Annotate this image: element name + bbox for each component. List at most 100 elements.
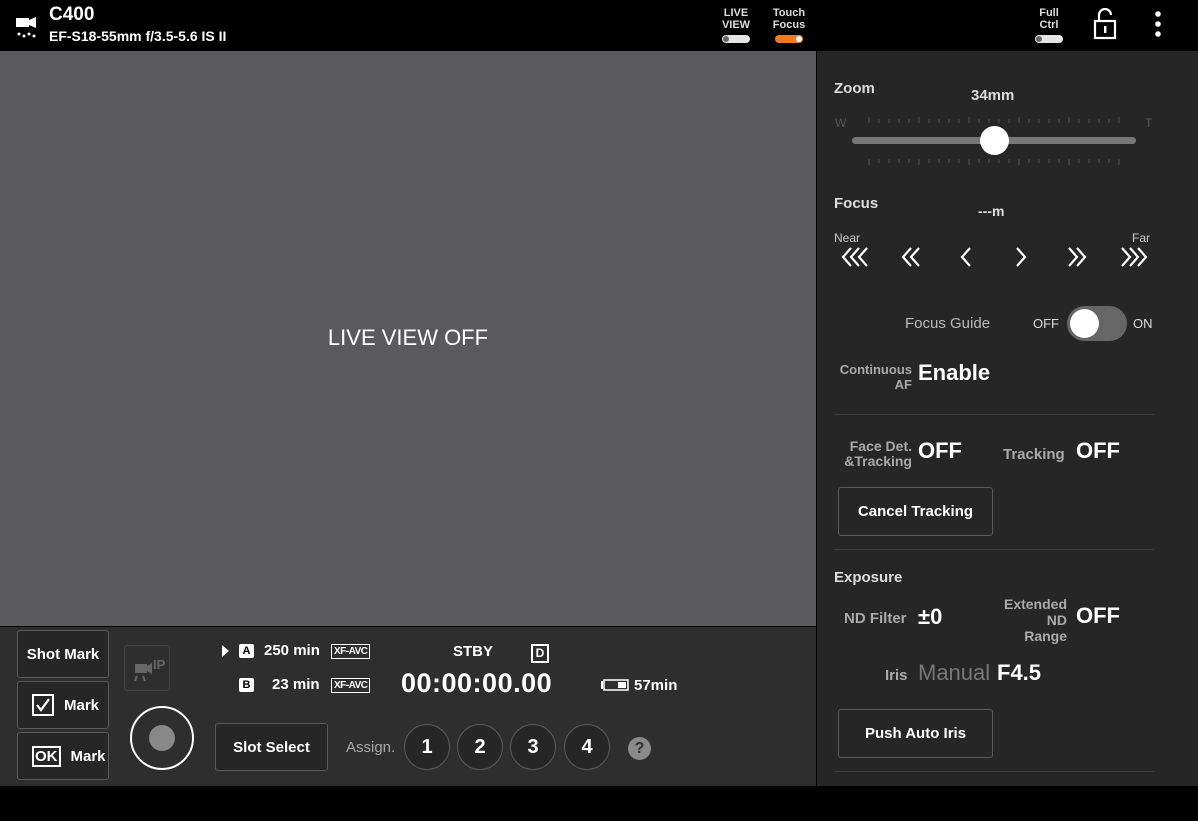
full-ctrl-toggle[interactable]: Full Ctrl xyxy=(1029,7,1069,43)
extended-nd-value[interactable]: OFF xyxy=(1076,603,1120,629)
ip-streaming-icon: IP xyxy=(134,657,166,682)
tracking-value[interactable]: OFF xyxy=(1076,438,1120,464)
right-control-panel: Zoom 34mm W T Focus ---m Near Far Focus … xyxy=(817,51,1198,786)
battery-icon xyxy=(601,679,629,691)
checkbox-icon xyxy=(32,694,54,716)
ok-mark-button[interactable]: OK Mark xyxy=(17,732,109,780)
top-bar: C400 EF-S18-55mm f/3.5-5.6 IS II LIVE VI… xyxy=(0,0,1198,50)
unlock-icon[interactable] xyxy=(1093,8,1117,40)
continuous-af-label-1: Continuous xyxy=(839,362,912,377)
more-menu-icon[interactable] xyxy=(1150,10,1166,40)
focus-guide-switch[interactable] xyxy=(1067,306,1127,341)
switch-knob xyxy=(1070,309,1099,338)
help-icon[interactable]: ? xyxy=(628,737,651,760)
slot-select-label: Slot Select xyxy=(233,738,310,756)
slot-a-badge: A xyxy=(239,644,254,658)
slot-select-button[interactable]: Slot Select xyxy=(215,723,328,771)
zoom-tele-label: T xyxy=(1145,116,1153,130)
ok-mark-icon: OK xyxy=(32,745,61,767)
extended-nd-label-1: Extended xyxy=(1003,596,1067,612)
switch-knob xyxy=(723,36,729,42)
push-auto-iris-button[interactable]: Push Auto Iris xyxy=(838,709,993,758)
bottom-strip xyxy=(0,786,1198,821)
focus-guide-on-label: ON xyxy=(1133,316,1153,331)
cancel-tracking-button[interactable]: Cancel Tracking xyxy=(838,487,993,536)
focus-far-small-icon[interactable] xyxy=(1012,245,1030,269)
assign-label: Assign. xyxy=(346,739,396,756)
shot-mark-label: Shot Mark xyxy=(26,645,100,663)
ip-stream-button[interactable]: IP xyxy=(124,645,170,691)
assign-button-2[interactable]: 2 xyxy=(457,724,503,770)
live-view-label-2: VIEW xyxy=(721,19,751,31)
continuous-af-label-2: AF xyxy=(894,377,912,392)
ok-mark-label: Mark xyxy=(70,747,106,765)
check-mark-label: Mark xyxy=(64,696,100,714)
live-view-status: LIVE VIEW OFF xyxy=(327,325,489,350)
extended-nd-label: Extended ND Range xyxy=(987,596,1067,644)
record-dot-icon xyxy=(149,725,175,751)
divider xyxy=(834,549,1154,550)
timecode: 00:00:00.00 xyxy=(401,668,553,698)
assign-button-3[interactable]: 3 xyxy=(510,724,556,770)
switch-knob xyxy=(796,36,802,42)
zoom-value: 34mm xyxy=(971,87,1015,104)
focus-near-medium-icon[interactable] xyxy=(899,245,925,269)
d-badge: D xyxy=(531,644,549,663)
touch-focus-toggle[interactable]: Touch Focus xyxy=(769,7,809,43)
face-det-label-1: Face Det. xyxy=(849,438,912,454)
slot-b-badge: B xyxy=(239,678,254,692)
focus-near-large-icon[interactable] xyxy=(841,245,875,269)
focus-far-label: Far xyxy=(1132,231,1150,245)
full-ctrl-switch[interactable] xyxy=(1035,35,1063,43)
zoom-wide-label: W xyxy=(835,116,847,130)
battery-time: 57min xyxy=(634,677,678,694)
focus-guide-label: Focus Guide xyxy=(905,315,991,332)
full-ctrl-label-1: Full xyxy=(1039,7,1059,19)
focus-guide-off-label: OFF xyxy=(1033,316,1059,331)
face-det-label: Face Det. &Tracking xyxy=(837,439,912,469)
divider xyxy=(834,771,1154,772)
focus-near-small-icon[interactable] xyxy=(957,245,975,269)
touch-focus-switch[interactable] xyxy=(775,35,803,43)
shot-mark-button[interactable]: Shot Mark xyxy=(17,630,109,678)
iris-value[interactable]: F4.5 xyxy=(997,660,1041,686)
continuous-af-label: Continuous AF xyxy=(837,362,912,392)
push-auto-iris-label: Push Auto Iris xyxy=(864,725,967,742)
assign-button-1[interactable]: 1 xyxy=(404,724,450,770)
zoom-label: Zoom xyxy=(834,80,875,97)
live-view-toggle[interactable]: LIVE VIEW xyxy=(716,7,756,43)
slot-b-time: 23 min xyxy=(272,676,320,693)
face-det-value[interactable]: OFF xyxy=(918,438,962,464)
touch-focus-label-1: Touch xyxy=(772,7,806,19)
lens-name: EF-S18-55mm f/3.5-5.6 IS II xyxy=(49,28,227,44)
switch-knob xyxy=(1036,36,1042,42)
slot-a-codec: XF-AVC xyxy=(331,644,371,659)
live-view-switch[interactable] xyxy=(722,35,750,43)
live-view-label-1: LIVE xyxy=(723,7,749,19)
camera-model: C400 xyxy=(49,4,95,25)
continuous-af-value[interactable]: Enable xyxy=(918,360,990,386)
exposure-label: Exposure xyxy=(834,569,903,586)
iris-mode: Manual xyxy=(918,660,991,685)
nd-filter-value[interactable]: ±0 xyxy=(918,604,942,630)
focus-far-large-icon[interactable] xyxy=(1114,245,1148,269)
divider xyxy=(834,414,1154,415)
zoom-slider-knob[interactable] xyxy=(979,126,1009,155)
touch-focus-label-2: Focus xyxy=(772,19,806,31)
record-status: STBY xyxy=(453,643,494,660)
assign-button-4[interactable]: 4 xyxy=(564,724,610,770)
active-slot-arrow-icon xyxy=(222,645,229,657)
record-button[interactable] xyxy=(130,706,194,770)
focus-label: Focus xyxy=(834,195,879,212)
bottom-control-panel: Shot Mark Mark OK Mark IP A 250 min XF-A… xyxy=(0,627,816,786)
nd-filter-label: ND Filter xyxy=(844,610,907,627)
focus-near-label: Near xyxy=(834,231,861,245)
focus-far-medium-icon[interactable] xyxy=(1063,245,1089,269)
slot-b-codec: XF-AVC xyxy=(331,678,371,693)
svg-text:IP: IP xyxy=(153,657,166,672)
check-mark-button[interactable]: Mark xyxy=(17,681,109,729)
extended-nd-label-2: ND xyxy=(1046,612,1067,628)
iris-label: Iris xyxy=(885,667,908,684)
focus-distance: ---m xyxy=(978,203,1005,219)
full-ctrl-label-2: Ctrl xyxy=(1039,19,1059,31)
